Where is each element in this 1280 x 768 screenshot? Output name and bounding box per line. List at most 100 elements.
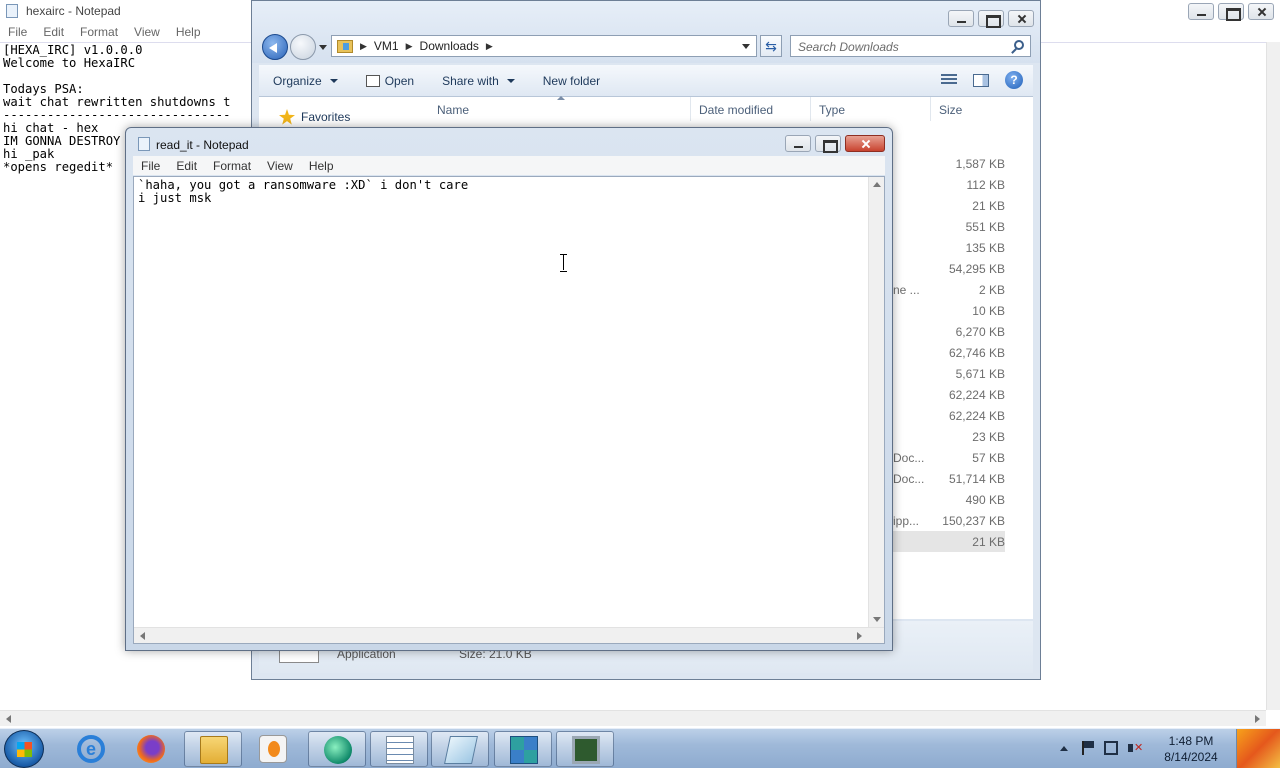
share-with-button[interactable]: Share with <box>428 74 529 88</box>
menu-help[interactable]: Help <box>301 156 342 175</box>
bg-notepad-close-button[interactable] <box>1248 3 1274 20</box>
file-row[interactable]: 62,746 KB <box>889 342 1005 363</box>
column-header-date-modified[interactable]: Date modified <box>691 97 811 121</box>
show-hidden-icons-icon[interactable] <box>1060 746 1068 751</box>
nav-favorites[interactable]: Favorites <box>279 109 350 125</box>
network-icon[interactable] <box>1104 741 1118 755</box>
menu-view[interactable]: View <box>259 156 301 175</box>
address-bar[interactable]: ▶ VM1 ▶ Downloads ▶ <box>331 35 757 57</box>
file-row[interactable]: 21 KB <box>889 531 1005 552</box>
column-header-type[interactable]: Type <box>811 97 931 121</box>
file-row[interactable]: ne ... 2 KB <box>889 279 1005 300</box>
file-row[interactable]: 23 KB <box>889 426 1005 447</box>
explorer-titlebar[interactable]: ▶ VM1 ▶ Downloads ▶ ⇆ Search Downloads <box>252 1 1040 63</box>
menu-edit[interactable]: Edit <box>35 22 72 42</box>
menu-edit[interactable]: Edit <box>168 156 205 175</box>
menu-file[interactable]: File <box>0 22 35 42</box>
scroll-right-icon[interactable] <box>857 632 862 640</box>
taskbar-firefox[interactable] <box>122 731 180 767</box>
volume-muted-icon[interactable] <box>1128 741 1143 755</box>
search-input[interactable]: Search Downloads <box>790 35 1031 57</box>
file-row[interactable]: 54,295 KB <box>889 258 1005 279</box>
column-header-name[interactable]: Name <box>429 96 691 121</box>
file-row[interactable]: 10 KB <box>889 300 1005 321</box>
scroll-left-icon[interactable] <box>140 632 145 640</box>
taskbar-registry-editor[interactable] <box>494 731 552 767</box>
menu-format[interactable]: Format <box>72 22 126 42</box>
help-icon[interactable]: ? <box>1005 71 1023 89</box>
readit-minimize-button[interactable] <box>785 135 811 152</box>
user-avatar-show-desktop[interactable] <box>1236 729 1280 768</box>
file-row[interactable]: 490 KB <box>889 489 1005 510</box>
scroll-left-icon[interactable] <box>6 715 11 723</box>
explorer-close-button[interactable] <box>1008 10 1034 27</box>
menu-help[interactable]: Help <box>168 22 209 42</box>
taskbar-notepad-active[interactable] <box>431 731 489 767</box>
bg-notepad-vertical-scrollbar[interactable] <box>1266 42 1280 710</box>
file-size-cell: 62,746 KB <box>948 346 1005 360</box>
scroll-up-icon[interactable] <box>873 182 881 187</box>
refresh-button[interactable]: ⇆ <box>760 35 782 57</box>
firefox-icon <box>137 735 165 763</box>
breadcrumb-separator-icon[interactable]: ▶ <box>406 41 413 52</box>
readit-text-area[interactable]: `haha, you got a ransomware :XD` i don't… <box>134 177 870 627</box>
breadcrumb-separator-icon[interactable]: ▶ <box>486 41 493 52</box>
menu-view[interactable]: View <box>126 22 168 42</box>
open-button[interactable]: Open <box>352 74 428 88</box>
explorer-minimize-button[interactable] <box>948 10 974 27</box>
menu-format[interactable]: Format <box>205 156 259 175</box>
taskbar-media-player[interactable] <box>244 731 302 767</box>
preview-pane-icon[interactable] <box>973 73 989 87</box>
column-header-size[interactable]: Size <box>931 97 1011 121</box>
forward-button[interactable] <box>290 34 316 60</box>
taskbar-internet-explorer[interactable]: e <box>62 731 120 767</box>
breadcrumb-downloads[interactable]: Downloads <box>420 39 479 53</box>
bg-notepad-minimize-button[interactable] <box>1188 3 1214 20</box>
file-row[interactable]: 551 KB <box>889 216 1005 237</box>
scroll-down-icon[interactable] <box>873 617 881 622</box>
readit-close-button[interactable] <box>845 135 885 152</box>
bg-notepad-title: hexairc - Notepad <box>26 4 121 18</box>
readit-horizontal-scrollbar[interactable] <box>134 627 884 643</box>
folder-icon <box>200 736 228 764</box>
globe-browser-icon <box>324 736 352 764</box>
taskbar-browser[interactable] <box>308 731 366 767</box>
file-row[interactable]: 6,270 KB <box>889 321 1005 342</box>
change-view-icon[interactable] <box>941 74 957 86</box>
search-icon[interactable] <box>1014 40 1024 50</box>
taskbar-notepad[interactable] <box>370 731 428 767</box>
readit-vertical-scrollbar[interactable] <box>868 177 884 627</box>
back-button[interactable] <box>262 34 288 60</box>
breadcrumb-separator-icon[interactable]: ▶ <box>360 41 367 52</box>
bg-notepad-restore-button[interactable] <box>1218 3 1244 21</box>
file-row[interactable]: 5,671 KB <box>889 363 1005 384</box>
clock[interactable]: 1:48 PM 8/14/2024 <box>1152 733 1230 765</box>
explorer-maximize-button[interactable] <box>978 10 1004 28</box>
file-row[interactable]: Doc... 51,714 KB <box>889 468 1005 489</box>
bg-notepad-horizontal-scrollbar[interactable] <box>0 710 1266 726</box>
action-center-flag-icon[interactable] <box>1082 741 1096 755</box>
readit-maximize-button[interactable] <box>815 135 841 153</box>
file-row[interactable]: 21 KB <box>889 195 1005 216</box>
start-button[interactable] <box>4 730 44 768</box>
organize-button[interactable]: Organize <box>259 74 352 88</box>
scroll-right-icon[interactable] <box>1255 715 1260 723</box>
file-row[interactable]: 62,224 KB <box>889 405 1005 426</box>
file-size-cell: 57 KB <box>972 451 1005 465</box>
breadcrumb-vm1[interactable]: VM1 <box>374 39 399 53</box>
file-row[interactable]: 112 KB <box>889 174 1005 195</box>
file-row[interactable]: ipp... 150,237 KB <box>889 510 1005 531</box>
taskbar-file-explorer[interactable] <box>184 731 242 767</box>
file-row[interactable]: Doc... 57 KB <box>889 447 1005 468</box>
taskbar-task-manager[interactable] <box>556 731 614 767</box>
chevron-down-icon <box>506 78 515 83</box>
file-row[interactable]: 135 KB <box>889 237 1005 258</box>
menu-file[interactable]: File <box>133 156 168 175</box>
address-dropdown-icon[interactable] <box>742 44 750 49</box>
file-row[interactable]: 62,224 KB <box>889 384 1005 405</box>
recent-pages-dropdown-icon[interactable] <box>319 45 327 50</box>
new-folder-button[interactable]: New folder <box>529 74 614 88</box>
file-row[interactable]: 1,587 KB <box>889 153 1005 174</box>
clock-time: 1:48 PM <box>1168 734 1214 748</box>
file-size-cell: 1,587 KB <box>955 157 1005 171</box>
